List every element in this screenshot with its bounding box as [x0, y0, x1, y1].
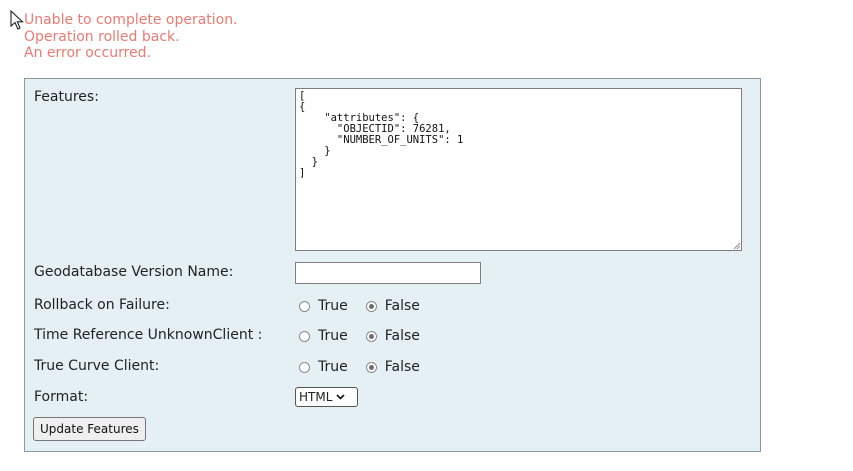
error-message: An error occurred.: [24, 45, 151, 61]
chevron-down-icon: [336, 394, 345, 400]
rollback-radio-group: True False: [299, 296, 438, 316]
gdb-version-label: Geodatabase Version Name:: [34, 264, 234, 280]
format-select-value: HTML: [299, 390, 333, 404]
time-reference-false-option[interactable]: False: [365, 328, 420, 344]
true-curve-label: True Curve Client:: [34, 358, 160, 374]
error-messages: Unable to complete operation. Operation …: [24, 12, 238, 62]
rollback-true-option[interactable]: True: [299, 298, 348, 314]
time-reference-radio-group: True False: [299, 326, 438, 346]
format-label: Format:: [34, 389, 89, 405]
features-label: Features:: [34, 89, 99, 105]
option-label: True: [318, 328, 348, 344]
radio-false[interactable]: [365, 361, 377, 373]
option-label: False: [384, 298, 420, 314]
time-reference-label: Time Reference UnknownClient :: [34, 327, 263, 343]
option-label: True: [318, 359, 348, 375]
true-curve-false-option[interactable]: False: [365, 359, 420, 375]
radio-false[interactable]: [365, 300, 377, 312]
rollback-label: Rollback on Failure:: [34, 297, 170, 313]
radio-false[interactable]: [365, 330, 377, 342]
error-message: Unable to complete operation.: [24, 12, 238, 28]
format-select[interactable]: HTML: [295, 387, 358, 407]
radio-true[interactable]: [299, 300, 310, 312]
update-features-button[interactable]: Update Features: [33, 417, 146, 441]
radio-true[interactable]: [299, 361, 310, 373]
option-label: True: [318, 298, 348, 314]
features-textarea[interactable]: [ { "attributes": { "OBJECTID": 76281, "…: [295, 88, 742, 251]
true-curve-true-option[interactable]: True: [299, 359, 348, 375]
option-label: False: [384, 359, 420, 375]
radio-true[interactable]: [299, 330, 310, 342]
true-curve-radio-group: True False: [299, 357, 438, 377]
update-features-form: Features: [ { "attributes": { "OBJECTID"…: [24, 78, 761, 452]
resize-grip-icon[interactable]: [732, 241, 741, 250]
option-label: False: [384, 328, 420, 344]
rollback-false-option[interactable]: False: [365, 298, 420, 314]
gdb-version-input[interactable]: [295, 262, 481, 284]
time-reference-true-option[interactable]: True: [299, 328, 348, 344]
error-message: Operation rolled back.: [24, 28, 180, 45]
page: Unable to complete operation. Operation …: [0, 0, 853, 471]
